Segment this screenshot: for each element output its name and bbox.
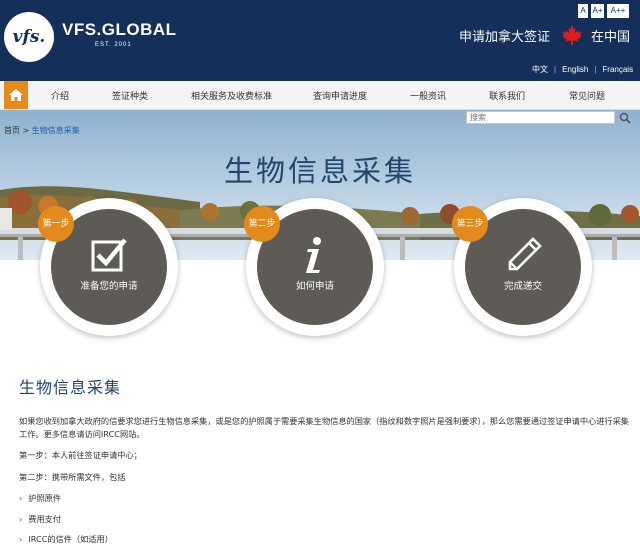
- apply-canada-visa-title: 申请加拿大签证: [459, 30, 551, 45]
- font-size-large-button[interactable]: A+: [591, 4, 604, 18]
- lang-english-link[interactable]: English: [562, 65, 588, 74]
- step-one-text: 第一步：本人前往签证申请中心；: [19, 450, 142, 460]
- breadcrumb-home-link[interactable]: 首页: [4, 126, 20, 135]
- nav-item-services-fees[interactable]: 相关服务及收费标准: [191, 89, 272, 102]
- chevron-right-icon: ›: [19, 534, 23, 544]
- breadcrumb-separator: >: [20, 126, 32, 135]
- step-how-to-apply[interactable]: 第二步 如何申请: [244, 198, 384, 336]
- list-item: › 费用支付: [19, 513, 61, 525]
- step-label: 准备您的申请: [80, 281, 138, 292]
- lang-divider: |: [594, 65, 597, 74]
- font-size-normal-button[interactable]: A: [578, 4, 588, 18]
- maple-leaf-icon: [562, 25, 582, 45]
- nav-item-visa-types[interactable]: 签证种类: [112, 89, 148, 102]
- language-switcher: 中文 | English | Français: [532, 64, 633, 75]
- nav-item-faq[interactable]: 常见问题: [569, 89, 605, 102]
- lang-chinese-link[interactable]: 中文: [532, 65, 548, 74]
- pencil-icon: [508, 237, 542, 271]
- breadcrumb: 首页 > 生物信息采集: [4, 125, 80, 136]
- step-two-text: 第二步：携带所需文件，包括: [19, 472, 126, 482]
- intro-paragraph: 如果您收到加拿大政府的信要求您进行生物信息采集，或是您的护照属于需要采集生物信息…: [19, 416, 629, 439]
- step-prepare-application[interactable]: 第一步 准备您的申请: [38, 198, 178, 336]
- lang-divider: |: [554, 65, 557, 74]
- site-header: vfs. VFS.GLOBAL EST. 2001 A A+ A++ 申请加拿大…: [0, 0, 640, 81]
- home-icon: [9, 89, 23, 101]
- nav-item-intro[interactable]: 介绍: [51, 89, 69, 102]
- step-label: 如何申请: [295, 281, 334, 292]
- brand-name: VFS.GLOBAL: [62, 20, 177, 39]
- country-label[interactable]: 在中国: [591, 26, 630, 45]
- vfs-logo[interactable]: vfs.: [4, 12, 54, 62]
- search-icon[interactable]: [619, 112, 631, 124]
- lang-french-link[interactable]: Français: [602, 65, 633, 74]
- list-item: › IRCC的信件（如适用）: [19, 533, 113, 545]
- step-label: 完成递交: [503, 281, 542, 292]
- list-item-label: 护照原件: [28, 493, 62, 503]
- nav-item-contact-us[interactable]: 联系我们: [489, 89, 525, 102]
- main-nav: 介绍 签证种类 相关服务及收费标准 查询申请进度 一般资讯 联系我们 常见问题: [0, 81, 640, 110]
- breadcrumb-current: 生物信息采集: [31, 126, 80, 135]
- nav-item-track-application[interactable]: 查询申请进度: [313, 89, 367, 102]
- nav-home-button[interactable]: [4, 81, 28, 109]
- checkbox-icon: [91, 238, 127, 272]
- chevron-right-icon: ›: [19, 493, 23, 503]
- chevron-right-icon: ›: [19, 514, 23, 524]
- step-complete-submission[interactable]: 第三步 完成递交: [452, 198, 592, 336]
- step-badge: 第三步: [452, 206, 488, 242]
- section-heading: 生物信息采集: [19, 378, 122, 397]
- nav-item-general-info[interactable]: 一般资讯: [410, 89, 446, 102]
- font-size-xlarge-button[interactable]: A++: [607, 4, 629, 18]
- step-badge: 第二步: [244, 206, 280, 242]
- brand-established: EST. 2001: [95, 42, 132, 48]
- list-item-label: 费用支付: [28, 514, 62, 524]
- hero-title: 生物信息采集: [223, 154, 416, 188]
- list-item-label: IRCC的信件（如适用）: [28, 534, 113, 544]
- search-input[interactable]: [466, 111, 615, 124]
- list-item: › 护照原件: [19, 492, 61, 504]
- step-badge: 第一步: [38, 206, 74, 242]
- info-icon: [306, 237, 321, 273]
